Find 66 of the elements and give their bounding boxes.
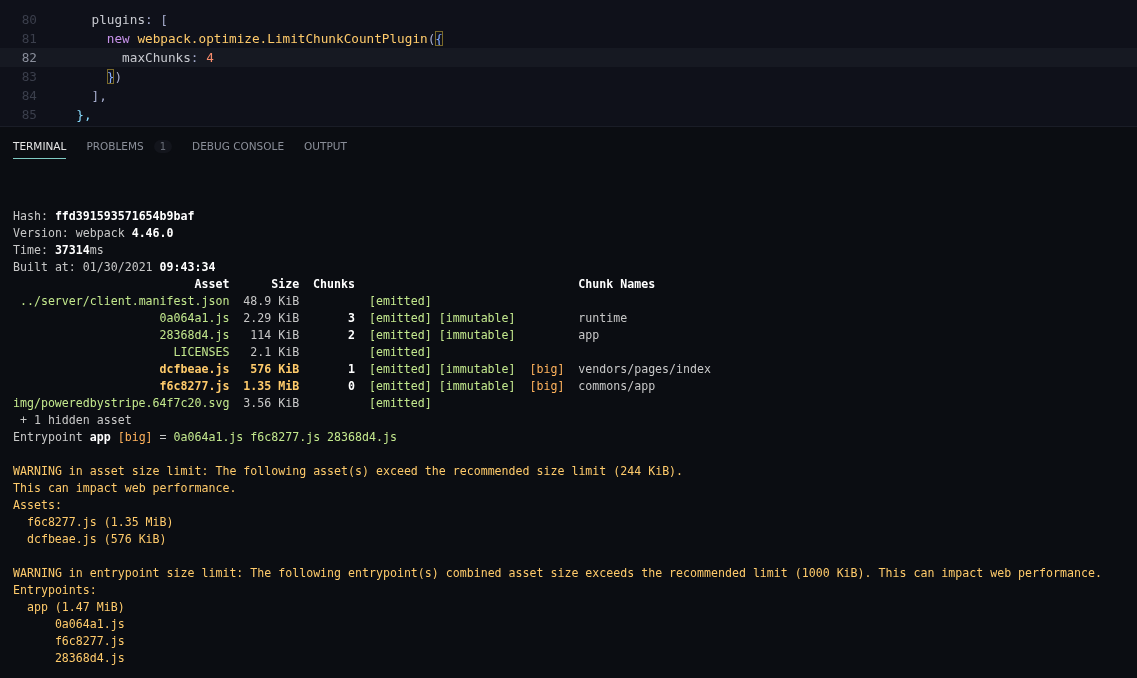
- column-header: Size: [271, 276, 300, 293]
- code-line: ],: [90, 88, 107, 103]
- panel-tab[interactable]: DEBUG CONSOLE: [192, 133, 285, 159]
- warning-line: Assets:: [13, 497, 63, 514]
- log-line: Time: 37314ms: [13, 242, 105, 259]
- warning-line: 28368d4.js: [53, 650, 126, 667]
- emitted-label: [emitted]: [367, 361, 432, 378]
- column-header: Chunks: [313, 276, 355, 293]
- code-line: },: [75, 107, 92, 122]
- warning-line: WARNING in asset size limit: The following asset(s) exceed the recommended size limit (244 KiB).: [13, 463, 685, 480]
- asset-name: img/poweredbystripe.64f7c20.svg: [13, 395, 230, 412]
- chunk-name: vendors/pages/index: [578, 361, 711, 378]
- chunk-name: app: [578, 327, 600, 344]
- log-line: Built at: 01/30/2021 09:43:34: [13, 259, 217, 276]
- column-header: Asset: [194, 276, 230, 293]
- chunk-id: 0: [348, 378, 355, 395]
- chunk-id: 3: [348, 310, 355, 327]
- chunk-name: runtime: [578, 310, 628, 327]
- chunk-name: commons/app: [578, 378, 656, 395]
- code-line: maxChunks: 4: [121, 50, 214, 65]
- chunk-id: 1: [348, 361, 355, 378]
- immutable-label: [immutable]: [438, 310, 516, 327]
- warning-line: app (1.47 MiB): [25, 599, 126, 616]
- log-line: Entrypoint app [big] = 0a064a1.js f6c8277.js 28368d4.js: [13, 429, 398, 446]
- asset-size: 1.35 MiB: [243, 378, 300, 395]
- asset-size: 48.9 KiB: [243, 293, 300, 310]
- log-line: Version: webpack 4.46.0: [13, 225, 175, 242]
- emitted-label: [emitted]: [367, 344, 432, 361]
- column-header: Chunk Names: [578, 276, 656, 293]
- panel-tab[interactable]: OUTPUT: [304, 133, 347, 159]
- warning-line: 0a064a1.js: [53, 616, 126, 633]
- asset-size: 576 KiB: [250, 361, 300, 378]
- log-line: + 1 hidden asset: [18, 412, 133, 429]
- warning-line: WARNING in entrypoint size limit: The following entrypoint(s) combined asset size exceeds the recommended limit (1000 KiB). This can impact web performance.: [13, 565, 1103, 582]
- line-number: 82: [20, 50, 37, 65]
- warning-line: This can impact web performance.: [13, 480, 238, 497]
- emitted-label: [emitted]: [367, 293, 432, 310]
- asset-name: 0a064a1.js: [159, 310, 230, 327]
- warning-line: dcfbeae.js (576 KiB): [25, 531, 168, 548]
- asset-size: 2.1 KiB: [250, 344, 300, 361]
- chunk-id: 2: [348, 327, 355, 344]
- emitted-label: [emitted]: [367, 395, 432, 412]
- emitted-label: [emitted]: [367, 327, 432, 344]
- count-badge: 1: [153, 139, 173, 153]
- asset-size: 2.29 KiB: [243, 310, 300, 327]
- immutable-label: [immutable]: [438, 327, 516, 344]
- asset-size: 114 KiB: [250, 327, 300, 344]
- log-line: Hash: ffd391593571654b9baf: [13, 208, 196, 225]
- code-line: plugins: [: [90, 12, 168, 27]
- panel-tab[interactable]: PROBLEMS 1: [86, 133, 173, 159]
- asset-name: 28368d4.js: [159, 327, 230, 344]
- immutable-label: [immutable]: [438, 378, 516, 395]
- asset-name: LICENSES: [173, 344, 230, 361]
- big-label: [big]: [529, 378, 565, 395]
- asset-name: dcfbeae.js: [159, 361, 230, 378]
- immutable-label: [immutable]: [438, 361, 516, 378]
- warning-line: f6c8277.js: [53, 633, 126, 650]
- emitted-label: [emitted]: [367, 378, 432, 395]
- asset-name: f6c8277.js: [159, 378, 230, 395]
- asset-name: ../server/client.manifest.json: [19, 293, 230, 310]
- panel-tab[interactable]: TERMINAL: [13, 133, 67, 159]
- warning-line: Entrypoints:: [13, 582, 98, 599]
- big-label: [big]: [529, 361, 565, 378]
- warning-line: f6c8277.js (1.35 MiB): [25, 514, 175, 531]
- asset-size: 3.56 KiB: [243, 395, 300, 412]
- emitted-label: [emitted]: [367, 310, 432, 327]
